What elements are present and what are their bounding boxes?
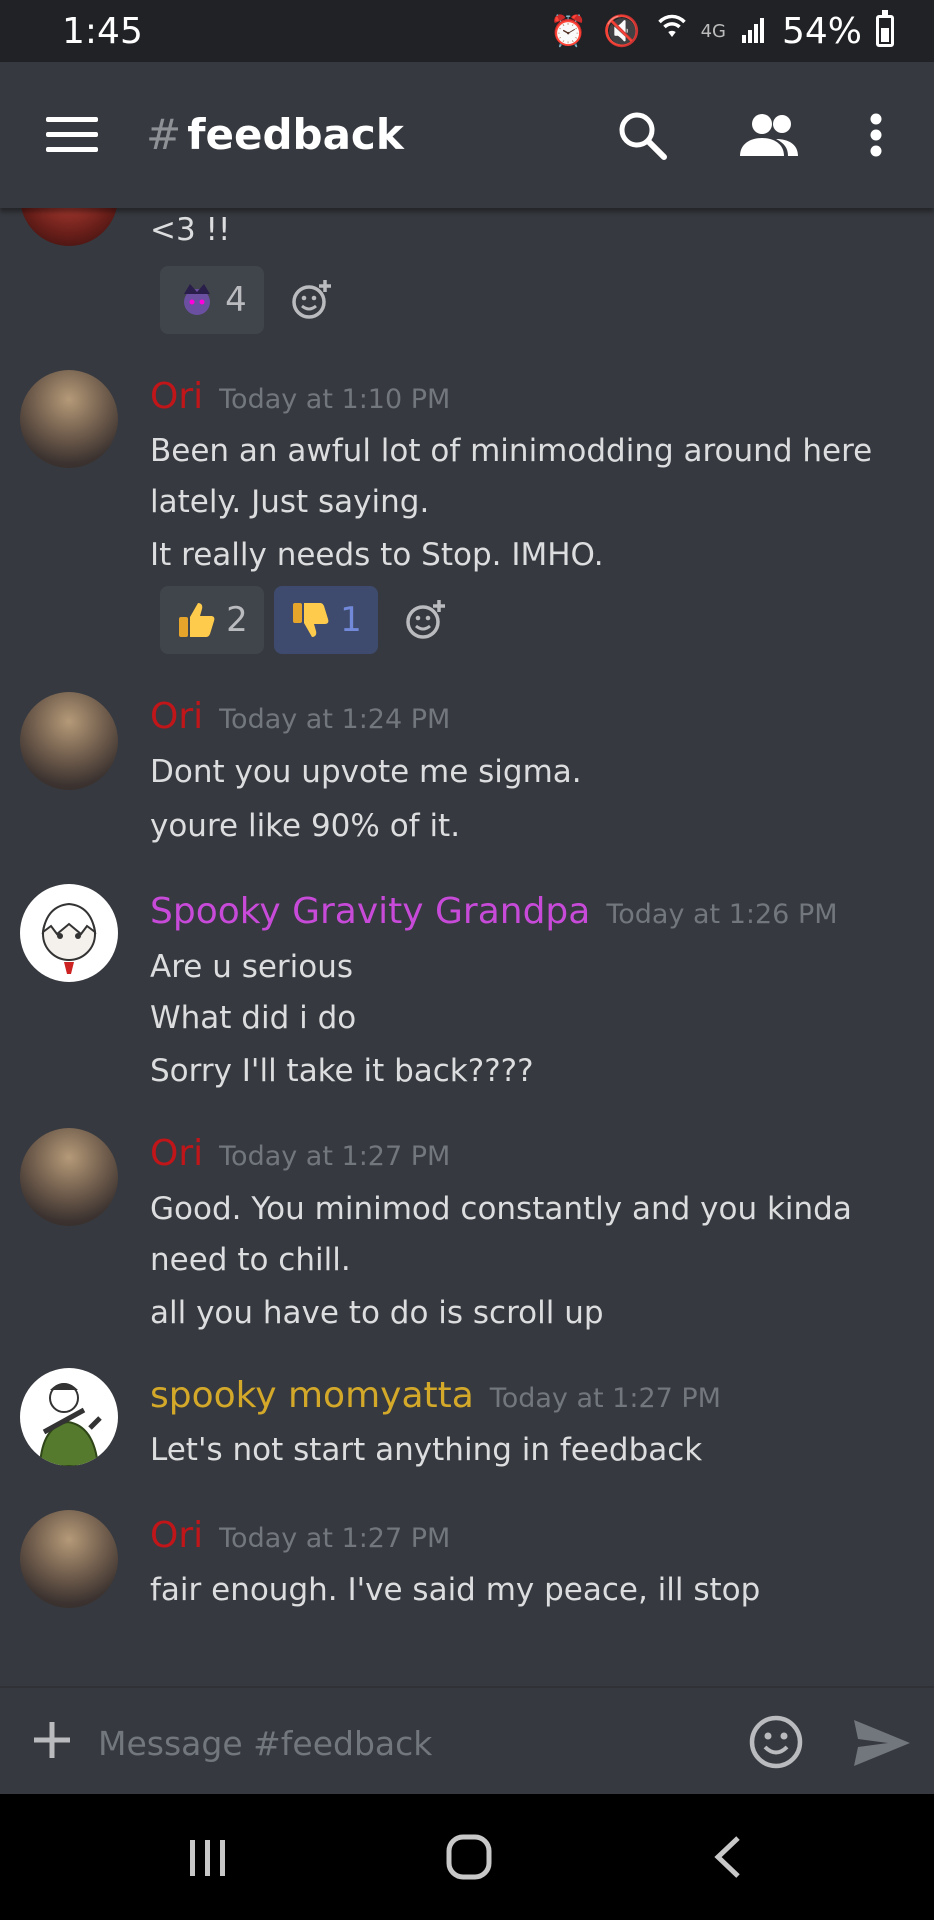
message-input[interactable] — [96, 1712, 720, 1774]
message-text: lately. Just saying. — [150, 484, 430, 520]
message-header: Ori Today at 1:27 PM — [150, 1133, 450, 1174]
avatar[interactable] — [20, 1368, 118, 1466]
author-name[interactable]: spooky momyatta — [150, 1375, 474, 1416]
back-button[interactable] — [712, 1834, 744, 1884]
search-button[interactable] — [616, 109, 668, 165]
reaction-count: 4 — [225, 280, 247, 320]
home-button[interactable] — [446, 1834, 492, 1884]
reaction-count: 1 — [340, 600, 362, 640]
avatar[interactable] — [20, 692, 118, 790]
channel-header: # feedback — [0, 62, 934, 208]
message-header: Ori Today at 1:10 PM — [150, 376, 450, 417]
character-emoji-icon — [184, 284, 211, 315]
timestamp: Today at 1:27 PM — [219, 1523, 451, 1554]
emoji-button[interactable] — [748, 1714, 804, 1774]
more-vertical-icon — [870, 113, 882, 157]
timestamp: Today at 1:24 PM — [219, 704, 451, 735]
message-text: Sorry I'll take it back???? — [150, 1053, 534, 1089]
emoji-icon — [749, 1715, 803, 1769]
timestamp: Today at 1:27 PM — [219, 1141, 451, 1172]
avatar[interactable] — [20, 1128, 118, 1226]
status-time: 1:45 — [62, 10, 143, 52]
members-button[interactable] — [736, 112, 800, 162]
message-header: spooky momyatta Today at 1:27 PM — [150, 1375, 721, 1416]
plus-icon — [34, 1722, 70, 1758]
home-icon — [446, 1834, 492, 1880]
attach-button[interactable] — [30, 1718, 74, 1766]
author-name[interactable]: Ori — [150, 1515, 203, 1556]
avatar[interactable] — [20, 208, 118, 246]
add-reaction-icon — [406, 600, 445, 639]
add-reaction-icon — [292, 280, 331, 319]
system-nav-bar — [0, 1794, 934, 1920]
members-icon — [740, 114, 798, 156]
battery-fill — [881, 27, 889, 42]
message-text: fair enough. I've said my peace, ill sto… — [150, 1572, 761, 1608]
mute-icon: 🔇 — [603, 13, 643, 49]
timestamp: Today at 1:27 PM — [489, 1383, 721, 1414]
menu-line — [46, 132, 98, 137]
reaction-count: 2 — [226, 600, 248, 640]
search-icon — [619, 112, 667, 160]
message-text: Let's not start anything in feedback — [150, 1432, 703, 1468]
author-name[interactable]: Ori — [150, 376, 203, 417]
message-text: Good. You minimod constantly and you kin… — [150, 1191, 852, 1227]
reaction-chip[interactable]: 4 — [160, 266, 264, 334]
thumbs-down-icon — [293, 603, 329, 637]
message-text: Are u serious — [150, 949, 354, 985]
author-name[interactable]: Spooky Gravity Grandpa — [150, 891, 590, 932]
message-header: Spooky Gravity Grandpa Today at 1:26 PM — [150, 891, 838, 932]
wifi-icon — [657, 12, 687, 50]
add-reaction-button[interactable] — [290, 278, 334, 326]
message-text: all you have to do is scroll up — [150, 1295, 604, 1331]
send-icon — [854, 1720, 910, 1766]
menu-line — [46, 147, 98, 152]
message-list[interactable]: <3 !! 4 Ori Today at 1:10 PM Been an awf… — [0, 208, 934, 1686]
author-name[interactable]: Ori — [150, 1133, 203, 1174]
message-text: need to chill. — [150, 1242, 351, 1278]
reaction-chip-thumbs-up[interactable]: 2 — [160, 586, 264, 654]
timestamp: Today at 1:10 PM — [219, 384, 451, 415]
more-options-button[interactable] — [868, 113, 884, 161]
signal-icon — [740, 11, 768, 52]
battery-percent: 54% — [781, 10, 862, 52]
message-text: youre like 90% of it. — [150, 808, 461, 844]
avatar[interactable] — [20, 1510, 118, 1608]
battery-icon — [876, 10, 894, 47]
avatar[interactable] — [20, 370, 118, 468]
timestamp: Today at 1:26 PM — [606, 899, 838, 930]
message-text: Been an awful lot of minimodding around … — [150, 433, 873, 469]
message-text: <3 !! — [150, 212, 231, 248]
channel-title: # feedback — [146, 110, 404, 159]
avatar-illustration — [41, 902, 97, 974]
status-bar: 1:45 ⏰ 🔇 4G 54% — [0, 0, 934, 62]
back-icon — [714, 1836, 740, 1878]
reaction-chip-thumbs-down[interactable]: 1 — [274, 586, 378, 654]
menu-button[interactable] — [46, 117, 98, 153]
send-button[interactable] — [852, 1718, 912, 1772]
recent-apps-icon — [190, 1840, 225, 1876]
message-header: Ori Today at 1:24 PM — [150, 696, 450, 737]
message-text: What did i do — [150, 1000, 357, 1036]
menu-line — [46, 117, 98, 122]
add-reaction-button[interactable] — [404, 598, 448, 646]
alarm-icon: ⏰ — [549, 13, 590, 49]
message-composer — [0, 1686, 934, 1796]
avatar-illustration — [38, 1383, 102, 1466]
avatar[interactable] — [20, 884, 118, 982]
status-right: ⏰ 🔇 4G 54% — [549, 10, 894, 52]
channel-name: feedback — [187, 110, 404, 159]
message-text: It really needs to Stop. IMHO. — [150, 537, 604, 573]
recent-apps-button[interactable] — [186, 1836, 230, 1884]
message-text: Dont you upvote me sigma. — [150, 754, 582, 790]
author-name[interactable]: Ori — [150, 696, 203, 737]
thumbs-up-icon — [179, 603, 215, 637]
network-label: 4G — [700, 20, 726, 42]
hash-icon: # — [146, 110, 182, 159]
message-header: Ori Today at 1:27 PM — [150, 1515, 450, 1556]
